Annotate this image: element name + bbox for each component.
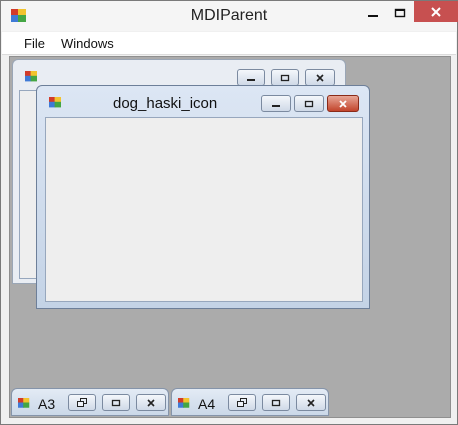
child-minimize-button[interactable]	[261, 95, 291, 112]
minimized-title: A3	[38, 396, 56, 412]
mdi-parent-window: MDIParent File Windows dog_haski_icon A3…	[0, 0, 458, 425]
minimized-window-a4[interactable]: A4	[171, 388, 329, 416]
child-maximize-button[interactable]	[294, 95, 324, 112]
maximize-icon	[111, 399, 121, 406]
menu-bar: File Windows	[2, 32, 456, 55]
maximize-button[interactable]	[262, 394, 290, 411]
maximize-icon	[271, 399, 281, 406]
maximize-button[interactable]	[102, 394, 130, 411]
close-icon	[307, 398, 315, 407]
child-icon	[49, 97, 62, 108]
close-button[interactable]	[414, 1, 458, 22]
minimize-icon	[368, 15, 378, 17]
child-icon	[178, 398, 190, 409]
close-icon	[431, 6, 441, 17]
restore-icon	[236, 398, 247, 407]
maximize-icon	[394, 8, 406, 18]
child-client-area	[45, 117, 363, 302]
child-close-button[interactable]	[327, 95, 359, 112]
minimize-icon	[272, 104, 280, 107]
close-icon	[147, 398, 155, 407]
maximize-button[interactable]	[386, 3, 414, 23]
restore-button[interactable]	[68, 394, 96, 411]
menu-file[interactable]: File	[24, 36, 45, 51]
close-button[interactable]	[296, 394, 326, 411]
child-icon	[18, 398, 30, 409]
title-bar[interactable]: MDIParent	[1, 1, 458, 31]
close-icon	[316, 73, 324, 82]
child-close-button[interactable]	[305, 69, 335, 86]
close-icon	[339, 99, 347, 108]
child-minimize-button[interactable]	[237, 69, 265, 86]
minimized-title: A4	[198, 396, 216, 412]
child-maximize-button[interactable]	[271, 69, 299, 86]
restore-icon	[76, 398, 87, 407]
close-button[interactable]	[136, 394, 166, 411]
minimize-button[interactable]	[359, 3, 387, 23]
maximize-icon	[304, 100, 314, 107]
minimize-icon	[247, 78, 255, 81]
child-window-front[interactable]: dog_haski_icon	[36, 85, 370, 309]
menu-windows[interactable]: Windows	[61, 36, 114, 51]
child-title: dog_haski_icon	[113, 95, 218, 112]
maximize-icon	[280, 74, 290, 81]
minimized-window-a3[interactable]: A3	[11, 388, 169, 416]
mdi-client-area: dog_haski_icon A3 A4	[9, 56, 451, 418]
child-icon	[25, 71, 38, 82]
restore-button[interactable]	[228, 394, 256, 411]
